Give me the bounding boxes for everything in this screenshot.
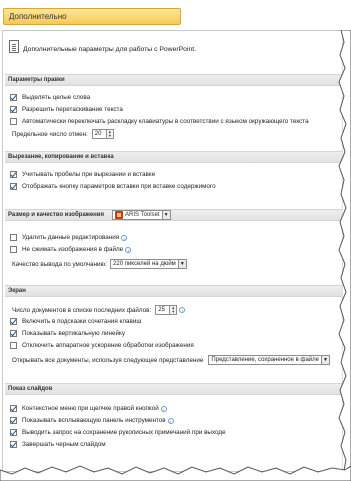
- chevron-down-icon[interactable]: ▼: [320, 356, 329, 364]
- image-quality-label: Качество вывода по умолчанию:: [12, 260, 108, 268]
- section-slideshow-header: Показ слайдов: [5, 383, 342, 395]
- stepper-arrows-icon[interactable]: ▲ ▼: [170, 305, 178, 315]
- undo-limit-label: Предельное число отмен:: [12, 130, 88, 138]
- info-icon[interactable]: i: [125, 246, 132, 253]
- recent-documents-input[interactable]: 25: [155, 305, 171, 315]
- option-disable-hw-acceleration[interactable]: Отключить аппаратное ускорение обработки…: [10, 342, 194, 349]
- option-smart-cut[interactable]: Учитывать пробелы при вырезании и вставк…: [10, 171, 155, 178]
- info-icon[interactable]: i: [160, 405, 167, 412]
- options-window: Дополнительно Дополнительные параметры д…: [0, 0, 351, 481]
- recent-documents-row: Число документов в списке последних файл…: [12, 305, 186, 315]
- option-shortcut-keys-tooltips[interactable]: Включить в подсказки сочетания клавиш: [10, 318, 141, 325]
- presentation-file-icon: [115, 211, 123, 219]
- option-label: Завершать черным слайдом: [22, 441, 106, 448]
- option-drag-and-drop[interactable]: Разрешить перетаскивание текста: [10, 106, 123, 113]
- option-label: Выводить запрос на сохранение рукописных…: [22, 429, 226, 436]
- panel-description: Дополнительные параметры для работы с Po…: [23, 46, 197, 53]
- checkbox-checked-icon[interactable]: [10, 441, 17, 448]
- option-label: Показывать вертикальную линейку: [22, 330, 125, 337]
- checkbox-checked-icon[interactable]: [10, 429, 17, 436]
- checkbox-checked-icon[interactable]: [10, 183, 17, 190]
- image-file-value: ARIS Toolset: [125, 211, 160, 218]
- option-do-not-compress[interactable]: Не сжимать изображения в файле i: [10, 246, 132, 253]
- info-icon[interactable]: i: [179, 307, 186, 313]
- option-label: Включить в подсказки сочетания клавиш: [22, 318, 142, 325]
- checkbox-unchecked-icon[interactable]: [10, 342, 17, 349]
- option-label: Не сжимать изображения в файле: [22, 246, 124, 253]
- option-label: Удалить данные редактирования: [22, 234, 120, 241]
- image-file-select[interactable]: ARIS Toolset ▼: [112, 210, 171, 220]
- checkbox-checked-icon[interactable]: [10, 318, 17, 325]
- checkbox-checked-icon[interactable]: [10, 94, 17, 101]
- option-discard-editing-data[interactable]: Удалить данные редактирования i: [10, 234, 128, 241]
- advanced-tab-title: Дополнительно: [3, 8, 181, 25]
- option-label: Показывать всплывающую панель инструмент…: [22, 417, 166, 424]
- option-keep-ink-annotations[interactable]: Выводить запрос на сохранение рукописных…: [10, 429, 226, 436]
- recent-documents-stepper[interactable]: 25 ▲ ▼: [155, 305, 178, 315]
- chevron-down-icon[interactable]: ▼: [177, 260, 186, 268]
- checkbox-unchecked-icon[interactable]: [10, 118, 17, 125]
- option-label: Учитывать пробелы при вырезании и вставк…: [22, 171, 156, 178]
- option-auto-keyboard[interactable]: Автоматически переключать раскладку клав…: [10, 118, 309, 125]
- undo-limit-row: Предельное число отмен: 20 ▲ ▼: [12, 129, 114, 139]
- torn-bottom-edge-decoration: [0, 465, 351, 481]
- info-icon[interactable]: i: [167, 417, 174, 424]
- checkbox-checked-icon[interactable]: [10, 171, 17, 178]
- image-quality-value: 220 пикселей на дюйм: [113, 261, 176, 267]
- checkbox-unchecked-icon[interactable]: [10, 234, 17, 241]
- option-label: Контекстное меню при щелчке правой кнопк…: [22, 405, 159, 412]
- undo-limit-input[interactable]: 20: [91, 129, 107, 139]
- option-end-with-black-slide[interactable]: Завершать черным слайдом: [10, 441, 106, 448]
- option-label: Выделять целые слова: [22, 94, 91, 101]
- image-quality-select[interactable]: 220 пикселей на дюйм ▼: [110, 259, 187, 269]
- option-vertical-ruler[interactable]: Показывать вертикальную линейку: [10, 330, 125, 337]
- option-label: Отключить аппаратное ускорение обработки…: [22, 342, 194, 349]
- checkbox-checked-icon[interactable]: [10, 106, 17, 113]
- checkbox-checked-icon[interactable]: [10, 405, 17, 412]
- chevron-down-icon[interactable]: ▼: [161, 211, 170, 219]
- option-select-whole-words[interactable]: Выделять целые слова: [10, 94, 90, 101]
- open-view-select[interactable]: Представление, сохраненное в файле ▼: [208, 355, 330, 365]
- section-image-title: Размер и качество изображения: [8, 211, 104, 218]
- option-paste-options-button[interactable]: Отображать кнопку параметров вставки при…: [10, 183, 216, 190]
- stepper-arrows-icon[interactable]: ▲ ▼: [106, 129, 114, 139]
- document-icon: [9, 40, 19, 53]
- open-view-label: Открывать все документы, используя следу…: [12, 356, 204, 364]
- option-label: Автоматически переключать раскладку клав…: [22, 118, 309, 125]
- image-quality-row: Качество вывода по умолчанию: 220 пиксел…: [12, 259, 187, 269]
- undo-limit-stepper[interactable]: 20 ▲ ▼: [91, 129, 114, 139]
- open-view-value: Представление, сохраненное в файле: [211, 357, 319, 363]
- checkbox-unchecked-icon[interactable]: [10, 246, 17, 253]
- option-popup-toolbar[interactable]: Показывать всплывающую панель инструмент…: [10, 417, 174, 424]
- checkbox-checked-icon[interactable]: [10, 417, 17, 424]
- option-right-click-menu[interactable]: Контекстное меню при щелчке правой кнопк…: [10, 405, 167, 412]
- section-display-header: Экран: [5, 285, 342, 297]
- section-clipboard-header: Вырезание, копирование и вставка: [5, 151, 342, 163]
- option-label: Разрешить перетаскивание текста: [22, 106, 123, 113]
- section-editing-header: Параметры правки: [5, 74, 342, 86]
- recent-documents-label: Число документов в списке последних файл…: [12, 306, 152, 314]
- option-label: Отображать кнопку параметров вставки при…: [22, 183, 216, 190]
- checkbox-checked-icon[interactable]: [10, 330, 17, 337]
- section-image-header: Размер и качество изображения ARIS Tools…: [5, 209, 342, 221]
- info-icon[interactable]: i: [121, 234, 128, 241]
- open-view-row: Открывать все документы, используя следу…: [12, 355, 330, 365]
- advanced-panel: Дополнительные параметры для работы с Po…: [2, 30, 343, 472]
